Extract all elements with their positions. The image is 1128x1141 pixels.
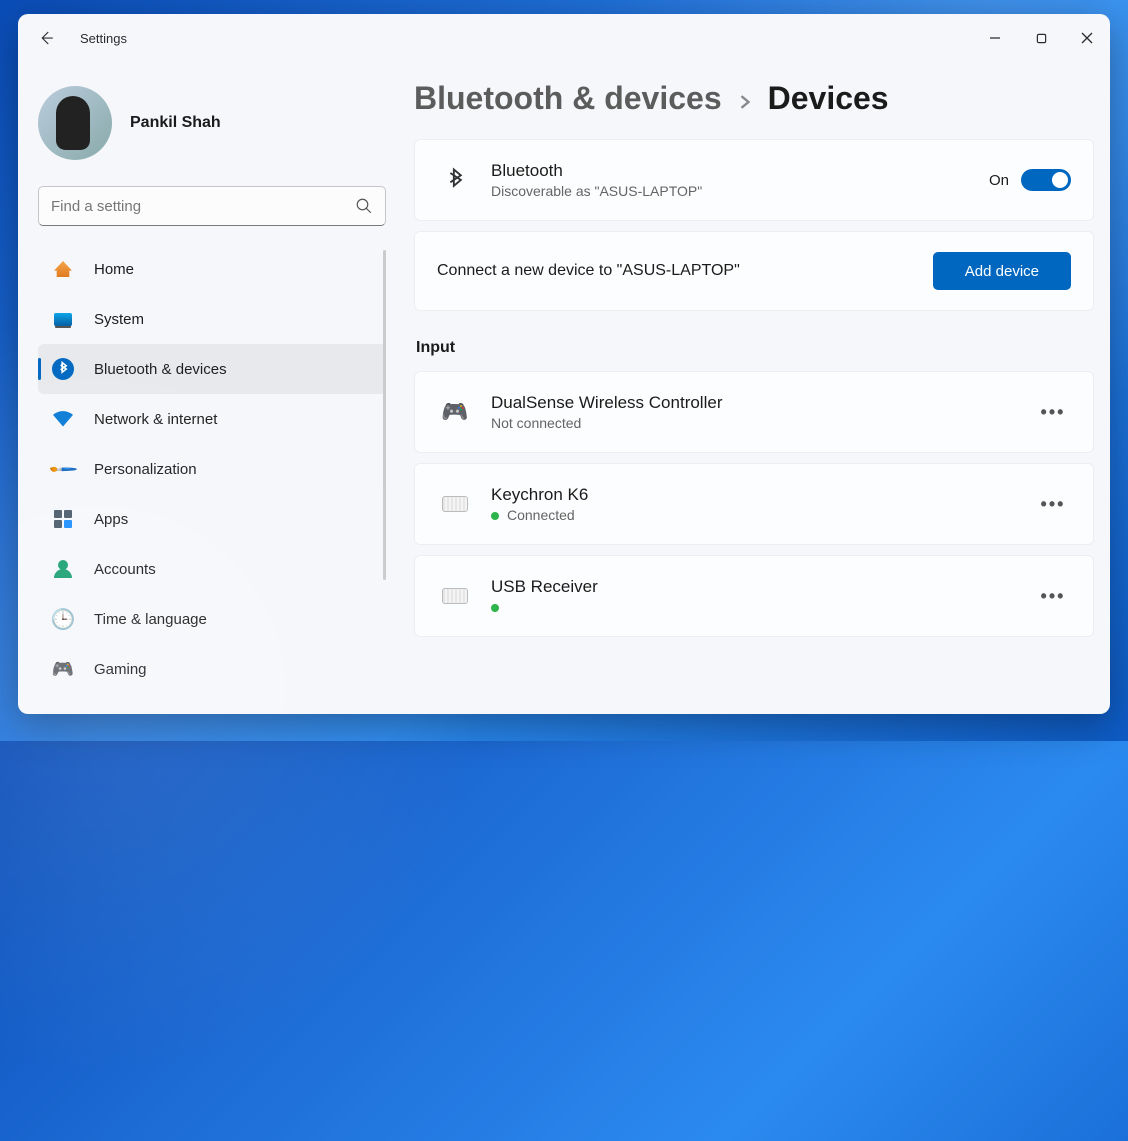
section-input-label: Input	[416, 339, 1094, 357]
maximize-icon	[1036, 33, 1047, 44]
controller-icon: 🎮	[437, 399, 473, 425]
search-input[interactable]	[38, 186, 386, 226]
sidebar-item-label: Home	[94, 261, 134, 278]
add-device-button[interactable]: Add device	[933, 252, 1071, 290]
arrow-left-icon	[37, 29, 55, 47]
device-row[interactable]: USB Receiver •••	[414, 555, 1094, 637]
gaming-icon: 🎮	[52, 659, 74, 680]
avatar	[38, 86, 112, 160]
app-title: Settings	[80, 31, 127, 46]
profile-name: Pankil Shah	[130, 114, 221, 132]
sidebar-item-bluetooth-devices[interactable]: Bluetooth & devices	[38, 344, 386, 394]
sidebar-item-label: Bluetooth & devices	[94, 361, 227, 378]
close-button[interactable]	[1064, 22, 1110, 54]
settings-window: Settings Pankil Shah	[18, 14, 1110, 714]
device-name: DualSense Wireless Controller	[491, 393, 1035, 413]
minimize-button[interactable]	[972, 22, 1018, 54]
device-more-button[interactable]: •••	[1035, 486, 1071, 522]
chevron-right-icon	[738, 80, 752, 117]
back-button[interactable]	[26, 22, 66, 54]
sidebar: Pankil Shah Home System	[18, 62, 406, 714]
sidebar-item-personalization[interactable]: 🖌️ Personalization	[38, 444, 386, 494]
device-more-button[interactable]: •••	[1035, 394, 1071, 430]
keyboard-icon	[437, 496, 473, 512]
titlebar: Settings	[18, 14, 1110, 62]
sidebar-item-accounts[interactable]: Accounts	[38, 544, 386, 594]
breadcrumb: Bluetooth & devices Devices	[414, 80, 1094, 117]
sidebar-item-label: Network & internet	[94, 411, 217, 428]
device-row[interactable]: Keychron K6 Connected •••	[414, 463, 1094, 545]
bluetooth-icon	[52, 358, 74, 380]
device-name: USB Receiver	[491, 577, 1035, 597]
device-more-button[interactable]: •••	[1035, 578, 1071, 614]
bluetooth-state-label: On	[989, 172, 1009, 189]
close-icon	[1081, 32, 1093, 44]
search-field[interactable]	[51, 198, 373, 215]
home-icon	[52, 261, 74, 277]
sidebar-item-label: Apps	[94, 511, 128, 528]
bluetooth-subtitle: Discoverable as "ASUS-LAPTOP"	[491, 183, 989, 199]
breadcrumb-parent[interactable]: Bluetooth & devices	[414, 80, 722, 117]
device-row[interactable]: 🎮 DualSense Wireless Controller Not conn…	[414, 371, 1094, 453]
maximize-button[interactable]	[1018, 22, 1064, 54]
device-name: Keychron K6	[491, 485, 1035, 505]
bluetooth-toggle[interactable]	[1021, 169, 1071, 191]
keyboard-icon	[437, 588, 473, 604]
connect-device-text: Connect a new device to "ASUS-LAPTOP"	[437, 262, 933, 280]
connect-device-card: Connect a new device to "ASUS-LAPTOP" Ad…	[414, 231, 1094, 311]
sidebar-item-gaming[interactable]: 🎮 Gaming	[38, 644, 386, 694]
device-status	[491, 599, 1035, 615]
wifi-icon	[52, 411, 74, 427]
sidebar-item-label: Accounts	[94, 561, 156, 578]
bluetooth-title: Bluetooth	[491, 161, 989, 181]
account-icon	[52, 560, 74, 578]
sidebar-nav: Home System Bluetooth & devices Net	[38, 244, 386, 694]
apps-icon	[52, 510, 74, 528]
sidebar-item-apps[interactable]: Apps	[38, 494, 386, 544]
minimize-icon	[989, 32, 1001, 44]
system-icon	[52, 313, 74, 326]
breadcrumb-current: Devices	[768, 80, 889, 117]
sidebar-item-home[interactable]: Home	[38, 244, 386, 294]
clock-globe-icon: 🕒	[52, 607, 74, 632]
bluetooth-card: Bluetooth Discoverable as "ASUS-LAPTOP" …	[414, 139, 1094, 221]
search-icon	[355, 197, 373, 220]
sidebar-item-label: Gaming	[94, 661, 147, 678]
sidebar-item-time-language[interactable]: 🕒 Time & language	[38, 594, 386, 644]
device-status: Connected	[491, 507, 1035, 523]
sidebar-item-system[interactable]: System	[38, 294, 386, 344]
bluetooth-icon	[437, 166, 473, 194]
window-controls	[972, 22, 1110, 54]
sidebar-item-network[interactable]: Network & internet	[38, 394, 386, 444]
sidebar-item-label: Time & language	[94, 611, 207, 628]
main-content: Bluetooth & devices Devices Bluetooth Di…	[406, 62, 1110, 714]
brush-icon: 🖌️	[48, 454, 78, 484]
profile[interactable]: Pankil Shah	[38, 86, 386, 160]
window-body: Pankil Shah Home System	[18, 62, 1110, 714]
bluetooth-toggle-group: On	[989, 169, 1071, 191]
device-status: Not connected	[491, 415, 1035, 431]
sidebar-item-label: Personalization	[94, 461, 197, 478]
sidebar-item-label: System	[94, 311, 144, 328]
